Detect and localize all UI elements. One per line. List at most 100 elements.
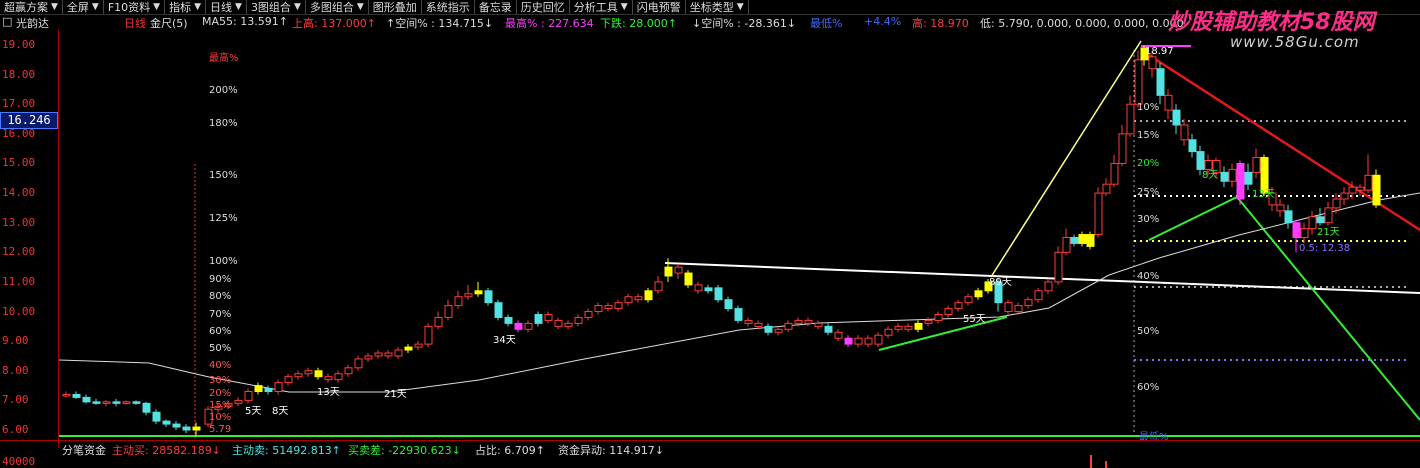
candle-body [334, 373, 343, 381]
dropdown-icon[interactable]: ▼ [194, 2, 201, 12]
candle-body [1284, 210, 1293, 224]
menu-item-11[interactable]: 分析工具 ▼ [570, 0, 633, 14]
candle-body [1078, 234, 1087, 244]
candle-body [1180, 124, 1189, 141]
candle-body [1004, 302, 1013, 313]
lower-axis-tick: 40000 [2, 455, 36, 468]
candle-body [484, 290, 493, 304]
candle-body [182, 426, 191, 431]
pct-label: 150% [209, 170, 238, 181]
candle-body [1196, 151, 1205, 170]
price-tick: 9.00 [2, 334, 29, 348]
lower-panel: 40000 [0, 455, 1420, 468]
candle-body [1316, 216, 1325, 224]
candle-body [784, 322, 793, 330]
day-count-label: 5天 [245, 406, 261, 417]
day-count-label: 8天 [272, 406, 288, 417]
indicator-label: 金尺(5) [150, 17, 188, 30]
candle-body [874, 334, 883, 345]
candle-body [72, 393, 81, 398]
kline-chart[interactable]: 200% 180% 150% 125% 100% 90% 80% 70% 60% 50% 40% 30… [59, 30, 1420, 440]
menu-item-4[interactable]: 日线 ▼ [206, 0, 247, 14]
ma55-line [59, 192, 1420, 393]
fib-pct-label: 60% [1137, 382, 1159, 393]
menu-label: 备忘录 [478, 1, 512, 14]
space-label: ↑空间% : 134.715↓ [386, 17, 494, 30]
menu-item-3[interactable]: 指标 ▼ [165, 0, 207, 14]
dropdown-icon[interactable]: ▼ [737, 2, 744, 12]
candle-body [834, 331, 843, 339]
menu-label: 历史回忆 [520, 1, 565, 14]
candle-body [924, 319, 933, 324]
dropdown-icon[interactable]: ▼ [294, 2, 301, 12]
candle-body [904, 325, 913, 330]
candle-body [1134, 59, 1143, 105]
dropdown-icon[interactable]: ▼ [153, 2, 160, 12]
candle-body [112, 401, 121, 404]
lo-label: 低: 5.790, 0.000, 0.000, 0.000, 0.000 [980, 17, 1184, 30]
pct-label: 80% [209, 291, 231, 302]
dropdown-icon[interactable]: ▼ [621, 2, 628, 12]
price-tick: 13.00 [2, 215, 36, 229]
menu-item-10[interactable]: 历史回忆 [517, 0, 570, 14]
candle-body [814, 322, 823, 327]
price-tick: 12.00 [2, 245, 36, 259]
candle-body [1070, 237, 1079, 244]
candle-body [804, 319, 813, 324]
menu-item-7[interactable]: 图形叠加 [369, 0, 422, 14]
candle-body [1332, 198, 1341, 209]
menu-item-2[interactable]: F10资料 ▼ [104, 0, 166, 14]
dropdown-icon[interactable]: ▼ [357, 2, 364, 12]
candle-body [864, 337, 873, 345]
candle-body [404, 346, 413, 351]
candle-body [664, 266, 673, 277]
menu-item-8[interactable]: 系统指示 [422, 0, 475, 14]
price-tick: 15.00 [2, 156, 36, 170]
checkbox-icon[interactable]: □ [2, 15, 12, 28]
fib-pct-label: 25% [1137, 187, 1159, 198]
menu-item-5[interactable]: 3图组合 ▼ [247, 0, 306, 14]
menu-item-9[interactable]: 备忘录 [475, 0, 517, 14]
candle-body [1292, 222, 1301, 238]
candle-body [714, 287, 723, 301]
candle-body [354, 358, 363, 369]
dropdown-icon[interactable]: ▼ [51, 2, 58, 12]
candle-body [444, 305, 453, 318]
menu-label: 3图组合 [250, 1, 291, 14]
candle-body [92, 401, 101, 404]
menu-item-0[interactable]: 超赢方案 ▼ [0, 0, 63, 14]
candle-body [244, 391, 253, 401]
candle-body [604, 305, 613, 310]
menu-item-6[interactable]: 多图组合 ▼ [306, 0, 369, 14]
candle-body [1148, 56, 1157, 70]
candle-body [234, 399, 243, 404]
candle-body [1094, 192, 1103, 236]
candle-body [1220, 171, 1229, 182]
stock-name: 光韵达 [16, 17, 49, 30]
candle-body [774, 328, 783, 333]
candle-body [824, 325, 833, 333]
candle-body [254, 385, 263, 393]
dropdown-icon[interactable]: ▼ [92, 2, 99, 12]
candle-body [534, 314, 543, 324]
candle-body [894, 325, 903, 330]
pct-label: 15% [209, 400, 231, 411]
candle-body [324, 376, 333, 381]
candle-body [1034, 290, 1043, 301]
candle-body [364, 355, 373, 360]
min-pct-label: 最低% [1139, 430, 1169, 440]
pct-label: 180% [209, 118, 238, 129]
candle-body [142, 402, 151, 413]
dropdown-icon[interactable]: ▼ [235, 2, 242, 12]
menu-item-1[interactable]: 全屏 ▼ [63, 0, 104, 14]
candle-body [1372, 174, 1381, 206]
menu-item-12[interactable]: 闪电预警 [633, 0, 686, 14]
menu-label: 系统指示 [425, 1, 470, 14]
candle-body [1260, 157, 1269, 194]
candle-body [524, 322, 533, 330]
support-line [878, 316, 1008, 351]
menu-label: 多图组合 [309, 1, 354, 14]
menu-item-13[interactable]: 坐标类型 ▼ [686, 0, 749, 14]
pct-label: +4.4% [864, 15, 902, 28]
current-price-marker: 16.246 [0, 112, 58, 129]
